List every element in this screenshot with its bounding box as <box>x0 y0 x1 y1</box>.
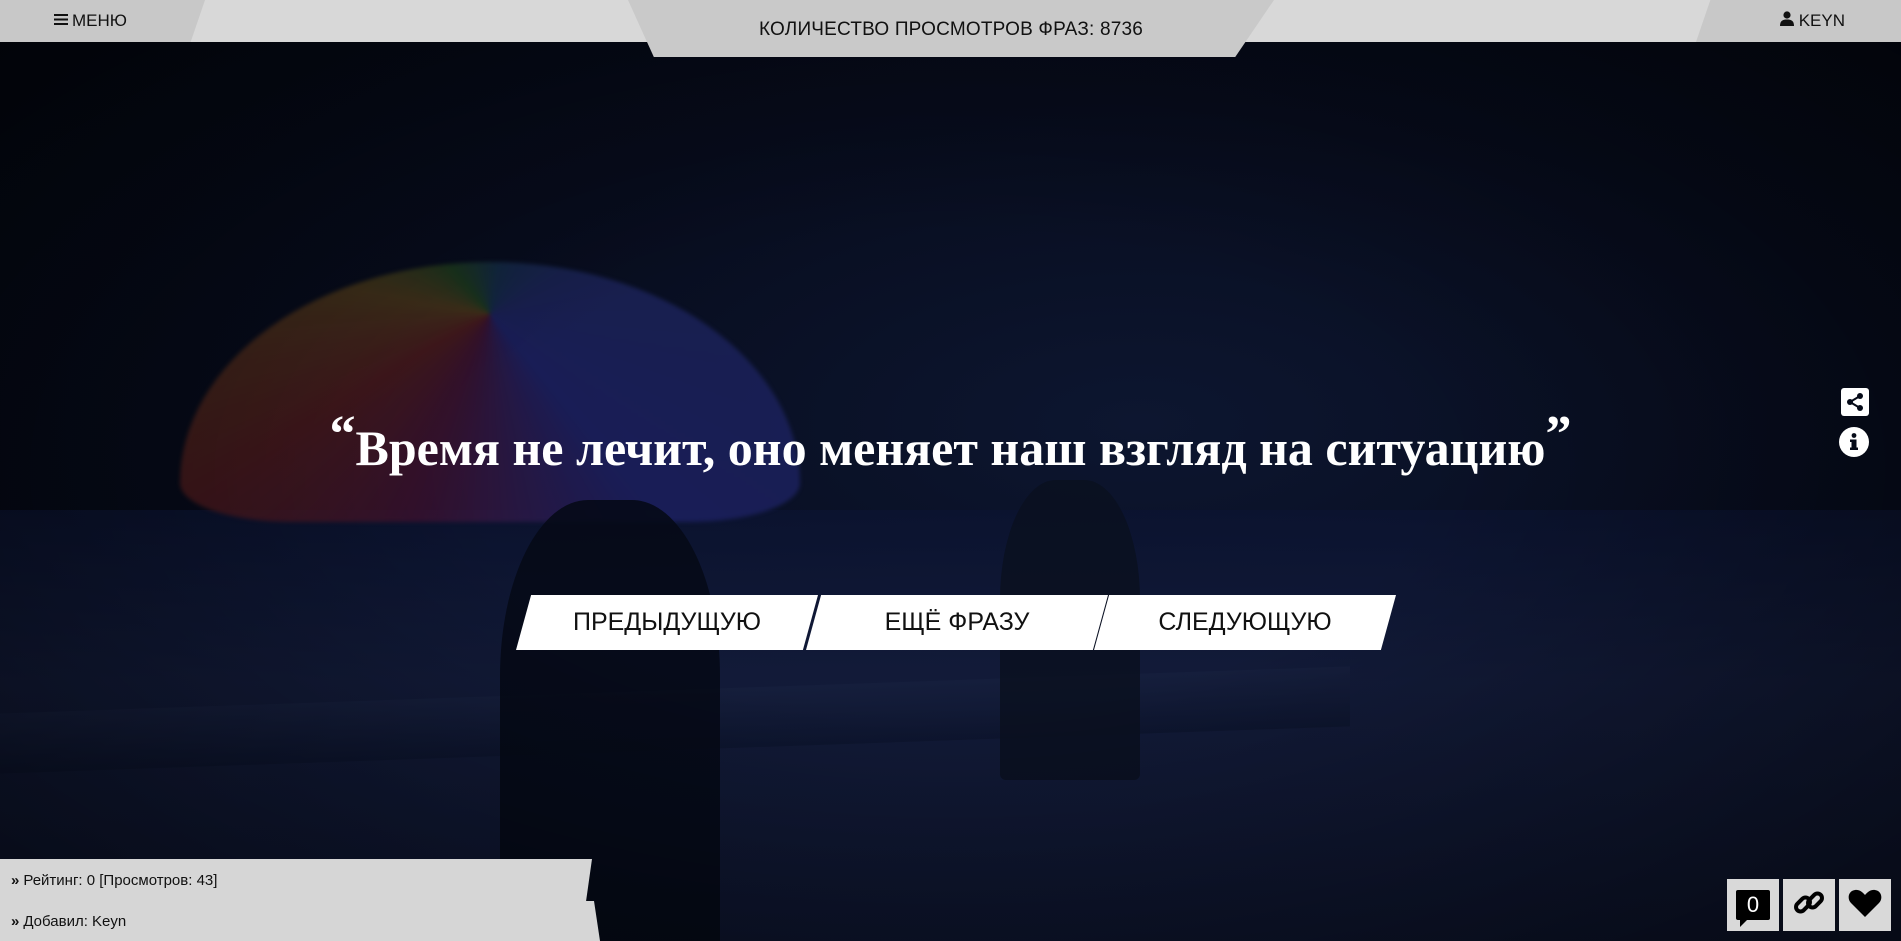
bars-icon <box>54 11 68 31</box>
double-chevron-right-icon: » <box>11 871 20 889</box>
quote-open-mark: “ <box>329 406 356 463</box>
quote-text: Время не лечит, оно меняет наш взгляд на… <box>355 420 1546 476</box>
heart-icon <box>1848 888 1882 923</box>
quote: “Время не лечит, оно меняет наш взгляд н… <box>0 405 1901 477</box>
menu-button[interactable]: МЕНЮ <box>0 0 205 42</box>
another-quote-button[interactable]: ЕЩЁ ФРАЗУ <box>806 595 1108 650</box>
comment-icon: 0 <box>1736 890 1770 927</box>
comment-count: 0 <box>1746 892 1760 917</box>
menu-label: МЕНЮ <box>72 11 127 30</box>
views-counter: КОЛИЧЕСТВО ПРОСМОТРОВ ФРАЗ: 8736 <box>628 0 1274 57</box>
link-button[interactable] <box>1783 879 1835 931</box>
top-bar: МЕНЮ КОЛИЧЕСТВО ПРОСМОТРОВ ФРАЗ: 8736 KE… <box>0 0 1901 57</box>
user-label: KEYN <box>1798 11 1845 30</box>
views-counter-label: КОЛИЧЕСТВО ПРОСМОТРОВ ФРАЗ: 8736 <box>758 18 1144 40</box>
previous-quote-button[interactable]: ПРЕДЫДУЩУЮ <box>516 595 818 650</box>
user-button[interactable]: KEYN <box>1696 0 1901 42</box>
comments-button[interactable]: 0 <box>1727 879 1779 931</box>
share-icon[interactable] <box>1841 388 1869 416</box>
added-by-text[interactable]: Добавил: Keyn <box>23 913 126 930</box>
user-icon <box>1779 11 1794 31</box>
info-icon[interactable] <box>1839 427 1869 457</box>
quote-close-mark: ” <box>1545 406 1572 463</box>
next-quote-button[interactable]: СЛЕДУЮЩУЮ <box>1094 595 1396 650</box>
link-icon <box>1792 886 1826 925</box>
rating-text: Рейтинг: 0 [Просмотров: 43] <box>23 871 218 889</box>
author-info: » Добавил: Keyn <box>0 901 600 941</box>
quote-actions: 0 <box>1727 879 1891 931</box>
rating-info: » Рейтинг: 0 [Просмотров: 43] <box>0 859 592 901</box>
favorite-button[interactable] <box>1839 879 1891 931</box>
double-chevron-right-icon: » <box>11 912 20 930</box>
